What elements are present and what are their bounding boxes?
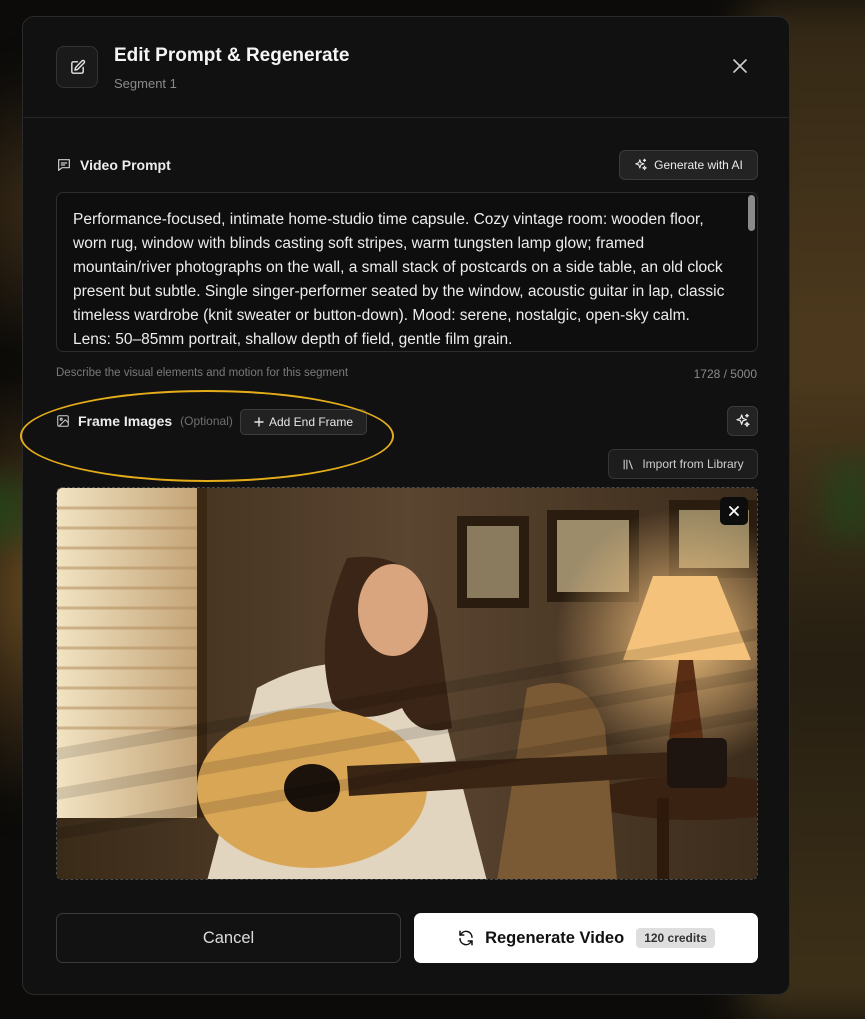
import-from-library-button[interactable]: Import from Library — [608, 449, 758, 479]
add-end-frame-label: Add End Frame — [268, 415, 354, 429]
frame-images-label: Frame Images (Optional) — [56, 413, 233, 429]
library-icon — [623, 459, 634, 469]
frame-photo — [57, 488, 757, 879]
edit-prompt-modal: Edit Prompt & Regenerate Segment 1 Video… — [20, 16, 790, 995]
regenerate-video-button[interactable]: Regenerate Video 120 credits — [414, 913, 758, 963]
close-icon — [729, 506, 739, 516]
character-counter: 1728 / 5000 — [693, 367, 757, 381]
message-icon — [58, 159, 70, 171]
plus-icon — [254, 417, 264, 427]
sparkles-icon — [735, 413, 750, 427]
generate-with-ai-button[interactable]: Generate with AI — [619, 150, 758, 180]
regenerate-video-label: Regenerate Video — [485, 928, 625, 947]
optional-tag: (Optional) — [180, 414, 233, 428]
annotation-highlight-ellipse — [20, 390, 394, 482]
modal-title: Edit Prompt & Regenerate — [114, 45, 350, 66]
ai-frame-button[interactable] — [727, 406, 758, 436]
video-prompt-text: Performance-focused, intimate home-studi… — [73, 211, 725, 348]
credits-badge: 120 credits — [636, 928, 715, 948]
edit-icon — [56, 46, 98, 88]
add-end-frame-button[interactable]: Add End Frame — [240, 409, 367, 435]
sparkles-icon — [635, 158, 647, 171]
image-icon — [57, 415, 69, 427]
refresh-icon — [459, 930, 473, 946]
modal-header: Edit Prompt & Regenerate Segment 1 — [23, 17, 789, 118]
close-button[interactable] — [729, 55, 751, 77]
video-prompt-label: Video Prompt — [56, 157, 171, 173]
textarea-scrollbar[interactable] — [748, 195, 755, 231]
start-frame-image[interactable] — [56, 487, 758, 880]
import-from-library-label: Import from Library — [642, 457, 744, 471]
video-prompt-label-text: Video Prompt — [80, 157, 171, 173]
cancel-button[interactable]: Cancel — [56, 913, 401, 963]
close-icon — [733, 59, 747, 73]
generate-with-ai-label: Generate with AI — [654, 158, 743, 172]
remove-image-button[interactable] — [720, 497, 748, 525]
video-prompt-textarea[interactable]: Performance-focused, intimate home-studi… — [56, 192, 758, 352]
frame-images-label-text: Frame Images — [78, 413, 173, 429]
modal-subtitle: Segment 1 — [114, 76, 177, 91]
prompt-helper-text: Describe the visual elements and motion … — [56, 367, 349, 379]
